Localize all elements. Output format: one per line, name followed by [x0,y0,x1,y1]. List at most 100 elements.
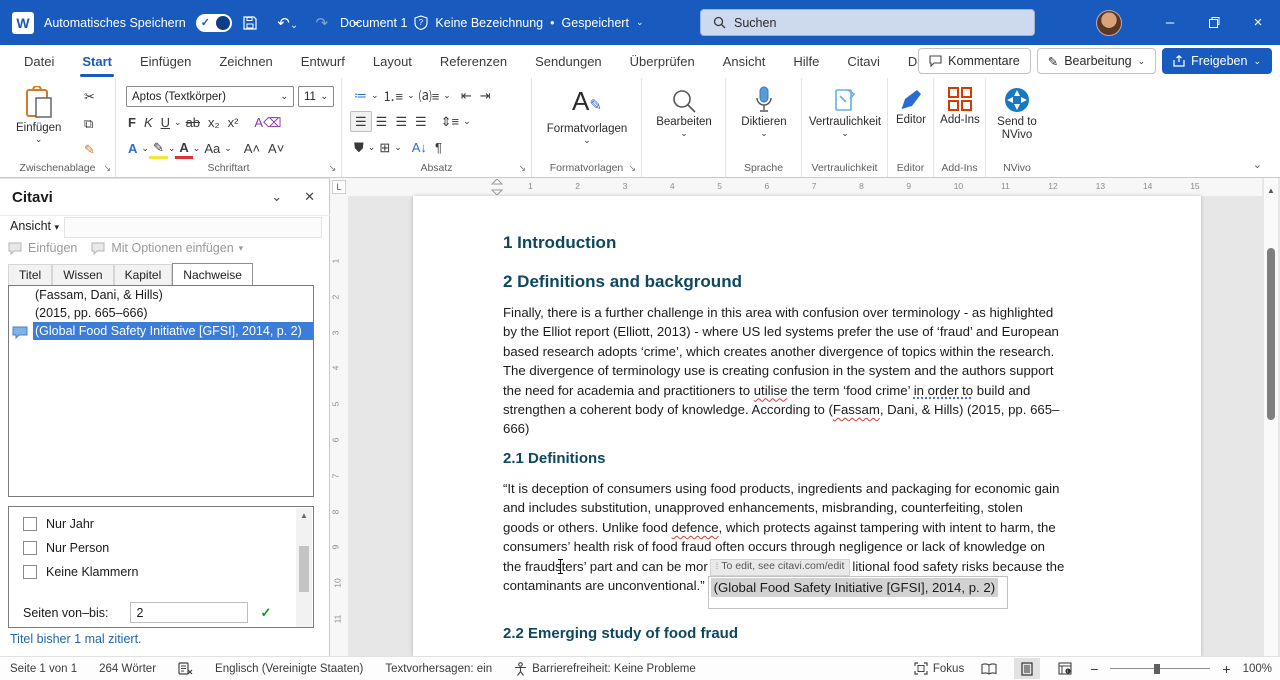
subscript-button[interactable]: x₂ [204,112,224,133]
list-item[interactable]: (Fassam, Dani, & Hills) [9,286,313,304]
tab-start[interactable]: Start [68,45,126,78]
zoom-slider-thumb[interactable] [1154,664,1160,674]
dialog-launcher-icon[interactable]: ↘ [328,163,336,174]
grow-font-button[interactable]: A˄ [240,138,264,159]
chevron-down-icon[interactable]: ⌄ [271,189,282,205]
page-count[interactable]: Seite 1 von 1 [10,663,77,675]
cut-icon[interactable]: ✂ [80,86,99,107]
list-item[interactable]: (Global Food Safety Initiative [GFSI], 2… [9,322,313,340]
checkbox-keine-klammern[interactable]: Keine Klammern [23,565,313,579]
sensitivity-button[interactable]: Vertraulichkeit ⌄ [802,86,888,139]
language-status[interactable]: Englisch (Vereinigte Staaten) [215,663,363,675]
options-scrollbar[interactable]: ▲ [296,508,312,627]
change-case-button[interactable]: Aa [200,138,224,159]
tab-layout[interactable]: Layout [359,45,426,78]
minimize-button[interactable]: – [1148,0,1192,45]
document-title[interactable]: Document 1 [340,16,407,30]
tab-sendungen[interactable]: Sendungen [521,45,616,78]
undo-icon[interactable]: ↶⌄ [276,14,300,32]
tab-einfügen[interactable]: Einfügen [126,45,205,78]
document-scrollbar[interactable]: ▲ [1264,178,1278,656]
tab-stop-selector[interactable]: L [332,180,346,194]
list-item[interactable]: (2015, pp. 665–666) [9,304,313,322]
view-dropdown[interactable]: Ansicht ▾ [10,219,59,233]
autosave-toggle[interactable]: ✓ [196,14,232,32]
insert-with-options-button[interactable]: Mit Optionen einfügen ▾ [91,241,243,255]
save-icon[interactable] [242,15,266,31]
tab-hilfe[interactable]: Hilfe [779,45,833,78]
dialog-launcher-icon[interactable]: ↘ [628,163,636,174]
editing-button[interactable]: Bearbeiten ⌄ [642,88,726,139]
paste-button[interactable]: Einfügen ⌄ [16,86,61,145]
shrink-font-button[interactable]: A˅ [264,138,288,159]
read-mode-button[interactable] [976,658,1002,679]
scrollbar-thumb[interactable] [299,546,309,592]
close-icon[interactable]: ✕ [304,189,315,205]
tab-referenzen[interactable]: Referenzen [426,45,521,78]
editor-button[interactable]: Editor [888,86,934,126]
citation-list[interactable]: (Fassam, Dani, & Hills)(2015, pp. 665–66… [8,285,314,497]
strikethrough-button[interactable]: ab [182,112,204,133]
zoom-level[interactable]: 100% [1243,663,1272,675]
bold-button[interactable]: F [124,112,140,133]
zoom-in-button[interactable]: + [1222,661,1230,677]
dialog-launcher-icon[interactable]: ↘ [518,163,526,174]
tab-zeichnen[interactable]: Zeichnen [205,45,286,78]
web-layout-button[interactable]: i [1052,658,1078,679]
tab-datei[interactable]: Datei [10,45,68,78]
dialog-launcher-icon[interactable]: ↘ [103,163,111,174]
addins-button[interactable]: Add-Ins [934,86,986,126]
font-size-select[interactable]: 11⌄ [298,86,334,107]
decrease-indent-button[interactable]: ⇤ [457,85,476,106]
underline-button[interactable]: U [157,112,174,133]
comments-button[interactable]: Kommentare [918,48,1031,74]
zoom-out-button[interactable]: − [1090,661,1098,677]
chevron-down-icon[interactable]: ⌄ [636,17,644,28]
close-button[interactable]: × [1236,0,1280,45]
search-input[interactable]: Suchen [700,9,1035,36]
editing-mode-button[interactable]: ✎ Bearbeitung ⌄ [1037,48,1156,74]
checkbox-nur-jahr[interactable]: Nur Jahr [23,517,313,531]
bullets-button[interactable]: ≔ [350,85,371,106]
justify-button[interactable]: ☰ [411,111,431,132]
word-count[interactable]: 264 Wörter [99,663,156,675]
line-spacing-button[interactable]: ⇕≡ [437,111,463,132]
tab-citavi[interactable]: Citavi [833,45,894,78]
format-painter-icon[interactable]: ✎ [80,139,99,160]
word-app-icon[interactable]: W [12,12,34,34]
citation-field[interactable]: (Global Food Safety Initiative [GFSI], 2… [708,576,1008,609]
borders-button[interactable]: ⊞ [375,137,394,158]
focus-mode-button[interactable]: Fokus [914,662,964,675]
collapse-ribbon-icon[interactable]: ⌄ [1253,158,1262,171]
sort-button[interactable]: A↓ [408,137,431,158]
zoom-slider[interactable] [1110,668,1210,669]
text-effects-button[interactable]: A [124,138,141,159]
tab-ansicht[interactable]: Ansicht [709,45,780,78]
proofing-icon[interactable] [178,662,193,675]
horizontal-ruler[interactable]: L 123456789101112131415 [330,178,1262,196]
send-to-nvivo-button[interactable]: Send to NVivo [986,86,1048,142]
scroll-up-icon[interactable]: ▲ [1264,178,1278,195]
tab-überprüfen[interactable]: Überprüfen [616,45,709,78]
align-right-button[interactable]: ☰ [391,111,411,132]
highlight-color-button[interactable]: ✎ [149,138,168,159]
pages-input[interactable]: 2 [130,602,248,623]
copy-icon[interactable]: ⧉ [80,113,97,134]
user-avatar[interactable] [1096,10,1122,36]
clear-formatting-button[interactable]: A⌫ [250,112,285,133]
tab-entwurf[interactable]: Entwurf [287,45,359,78]
numbering-button[interactable]: ⒈≡ [379,85,408,106]
paragraph-marks-button[interactable]: ¶ [431,137,446,158]
chevron-down-icon[interactable]: ⌄ [174,117,182,128]
share-button[interactable]: Freigeben ⌄ [1162,48,1272,74]
multilevel-list-button[interactable]: ⒜≡ [415,85,444,106]
document-page[interactable]: 1 Introduction2 Definitions and backgrou… [413,196,1201,656]
checkbox-nur-person[interactable]: Nur Person [23,541,313,555]
print-layout-button[interactable] [1014,658,1040,679]
superscript-button[interactable]: x² [224,112,243,133]
scroll-up-icon[interactable]: ▲ [296,508,312,520]
shading-button[interactable]: ⛊ [350,137,368,158]
align-left-button[interactable]: ☰ [350,111,372,132]
insert-citation-button[interactable]: Einfügen [8,241,77,255]
save-status[interactable]: Gespeichert [562,16,629,30]
